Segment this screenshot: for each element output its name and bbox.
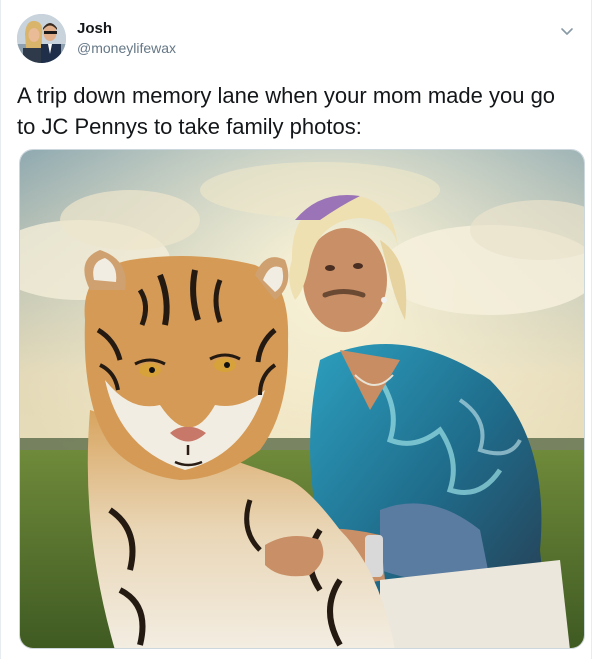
- tweet-text: A trip down memory lane when your mom ma…: [17, 83, 556, 139]
- tweet-card: Josh @moneylifewax A trip down memory la…: [0, 0, 592, 659]
- author-names: Josh @moneylifewax: [77, 20, 176, 57]
- user-handle[interactable]: @moneylifewax: [77, 39, 176, 57]
- display-name[interactable]: Josh: [77, 20, 176, 38]
- tweet-header: Josh @moneylifewax: [17, 14, 577, 64]
- chevron-down-icon[interactable]: [557, 22, 577, 42]
- tweet-photo[interactable]: [19, 149, 585, 649]
- avatar[interactable]: [17, 14, 66, 63]
